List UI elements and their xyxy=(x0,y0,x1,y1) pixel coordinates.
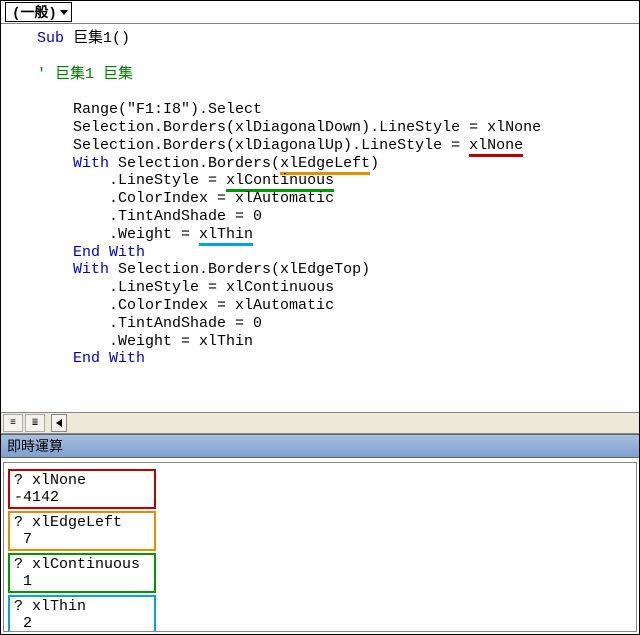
code-pane[interactable]: Sub 巨集1() ' 巨集1 巨集 Range("F1:I8").Select… xyxy=(1,24,639,412)
view-toolbar: ≡ ≣ xyxy=(1,412,639,434)
vba-editor-window: (一般) Sub 巨集1() ' 巨集1 巨集 Range("F1:I8").S… xyxy=(0,0,640,635)
full-module-view-button[interactable]: ≣ xyxy=(25,414,45,432)
scroll-left-button[interactable] xyxy=(51,414,67,432)
immediate-box-xlcontinuous: ? xlContinuous 1 xyxy=(8,553,156,593)
immediate-box-xledgeleft: ? xlEdgeLeft 7 xyxy=(8,511,156,551)
underline-xlthin: xlThin xyxy=(199,226,253,246)
immediate-window-header: 即時運算 xyxy=(1,434,639,458)
immediate-pane[interactable]: ? xlNone -4142 ? xlEdgeLeft 7 ? xlContin… xyxy=(3,462,637,632)
immediate-box-xlnone: ? xlNone -4142 xyxy=(8,469,156,509)
immediate-title: 即時運算 xyxy=(7,436,63,456)
code-text: Sub 巨集1() ' 巨集1 巨集 Range("F1:I8").Select… xyxy=(1,24,639,368)
immediate-box-xlthin: ? xlThin 2 xyxy=(8,595,156,632)
underline-xlnone: xlNone xyxy=(469,137,523,157)
object-dropdown-bar: (一般) xyxy=(1,1,639,24)
object-dropdown[interactable]: (一般) xyxy=(5,2,72,22)
procedure-view-button[interactable]: ≡ xyxy=(3,414,23,432)
object-dropdown-value: (一般) xyxy=(12,2,57,22)
